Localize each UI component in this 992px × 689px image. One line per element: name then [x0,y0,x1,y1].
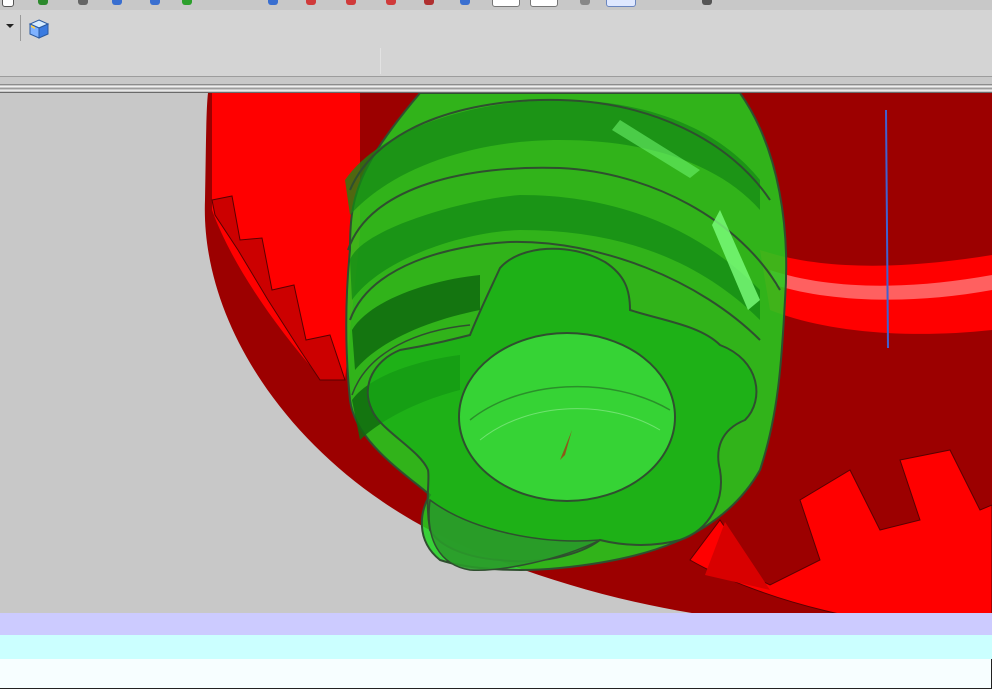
toolbar-icon[interactable] [38,0,48,5]
status-band-2 [0,635,992,659]
view-cube-icon [28,19,50,39]
command-panel [0,48,992,77]
graphics-viewport[interactable] [0,93,992,613]
toolbar-icon[interactable] [606,0,636,7]
chevron-down-icon[interactable] [6,24,14,28]
toolbar-icon[interactable] [150,0,160,5]
status-band-3 [0,659,992,689]
panel-divider [380,48,381,74]
toolbar-icon[interactable] [424,0,434,5]
toolbar-icon[interactable] [492,0,520,7]
main-toolbar [0,0,992,10]
toolbar-icon[interactable] [182,0,192,5]
toolbar-icon[interactable] [306,0,316,5]
toolbar-icon[interactable] [2,0,14,7]
toolbar-icon[interactable] [268,0,278,5]
worm-bore [458,332,676,502]
toolbar-icon[interactable] [112,0,122,5]
toolbar-icon[interactable] [78,0,88,5]
toolbar-icon[interactable] [346,0,356,5]
3d-model-view[interactable] [0,93,992,613]
toolbar-icon[interactable] [460,0,470,5]
toolbar-icon[interactable] [386,0,396,5]
view-toolbar [0,10,992,49]
toolbar-icon[interactable] [702,0,712,5]
status-band-1 [0,613,992,635]
view-cube-button[interactable] [27,17,51,41]
toolbar-icon[interactable] [530,0,558,7]
viewport-frame-top [0,77,992,93]
toolbar-icon[interactable] [580,0,590,5]
toolbar-separator [20,15,21,41]
